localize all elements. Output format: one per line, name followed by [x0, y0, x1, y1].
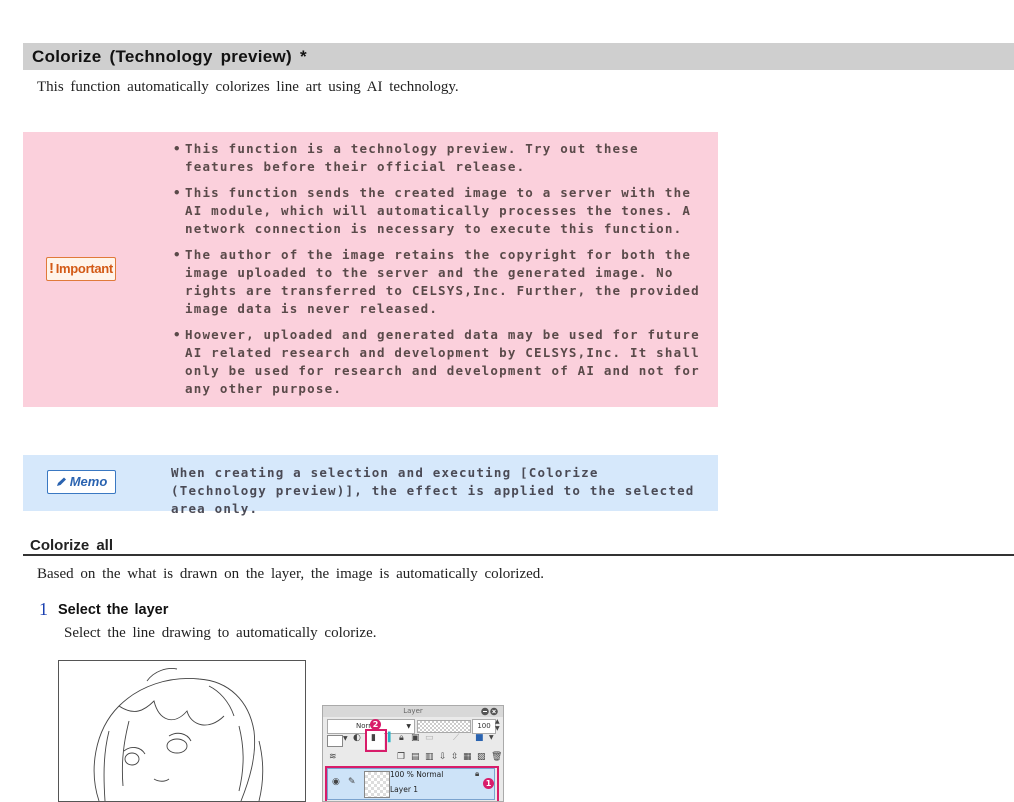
palette-window-controls-icon[interactable] — [480, 707, 500, 716]
new-folder-icon[interactable]: ▥ — [425, 752, 434, 762]
new-layer-icon[interactable]: ❐ — [397, 752, 405, 762]
pencil-icon — [56, 477, 66, 486]
layer-palette-title: Layer — [323, 706, 503, 717]
important-badge-label: Important — [55, 261, 114, 276]
apply-mask-icon[interactable]: ▨ — [477, 752, 486, 762]
memo-badge-label: Memo — [69, 474, 108, 489]
combine-icon[interactable]: ⇳ — [451, 752, 459, 762]
important-item: The author of the image retains the copy… — [173, 246, 703, 318]
important-box: !Important This function is a technology… — [23, 132, 718, 407]
chevron-down-icon[interactable]: ▼ — [343, 735, 348, 742]
color-swatch[interactable] — [327, 735, 343, 747]
spinner-icon[interactable]: ▲ ▼ — [495, 718, 500, 732]
page-title: Colorize (Technology preview) * — [23, 43, 1014, 70]
mask-create-icon[interactable]: ▦ — [463, 752, 472, 762]
memo-text: When creating a selection and executing … — [171, 465, 695, 516]
important-item: This function sends the created image to… — [173, 184, 703, 238]
exclamation-icon: ! — [49, 260, 54, 277]
callout-badge-1: 1 — [483, 778, 494, 789]
important-item: This function is a technology preview. T… — [173, 140, 703, 176]
step-title: Select the layer — [58, 602, 169, 618]
line-art-image — [58, 660, 306, 802]
layers-icon[interactable]: ≋ — [329, 752, 337, 762]
layer-color-icon[interactable]: ■ — [475, 733, 484, 743]
highlight-box — [365, 729, 387, 752]
important-item: However, uploaded and generated data may… — [173, 326, 703, 398]
layer-palette: Layer Norm ▼ 100 ▲ ▼ 2 ▼ ◐ ▮ ▍ 🔒︎ ▣ ▭ ⟋ ■… — [322, 705, 504, 802]
section-heading: Colorize all — [23, 537, 1014, 556]
section-description: Based on the what is drawn on the layer,… — [37, 566, 545, 582]
line-art-drawing — [93, 668, 264, 801]
chevron-down-icon[interactable]: ▼ — [489, 734, 494, 741]
ruler-icon[interactable]: ⟋ — [453, 733, 459, 743]
trash-icon[interactable]: 🗑︎ — [491, 752, 502, 762]
step-number: 1 — [39, 599, 48, 619]
important-list: This function is a technology preview. T… — [173, 140, 703, 406]
opacity-input[interactable]: 100 — [472, 719, 496, 734]
lock-transparent-icon[interactable]: ▣ — [411, 733, 420, 743]
clipping-icon[interactable]: ▍ — [388, 733, 395, 743]
lock-icon[interactable]: 🔒︎ — [399, 733, 404, 743]
mask-icon[interactable]: ▭ — [425, 733, 434, 743]
chevron-down-icon: ▼ — [406, 723, 411, 730]
important-badge: ! Important — [46, 257, 116, 281]
step-description: Select the line drawing to automatically… — [64, 625, 377, 641]
highlight-box — [325, 766, 499, 801]
intro-text: This function automatically colorizes li… — [37, 79, 459, 95]
opacity-slider[interactable] — [417, 720, 471, 733]
reference-icon[interactable]: ◐ — [353, 733, 361, 743]
transfer-icon[interactable]: ⇩ — [439, 752, 447, 762]
new-vector-layer-icon[interactable]: ▤ — [411, 752, 420, 762]
memo-badge: Memo — [47, 470, 116, 494]
memo-box: Memo When creating a selection and execu… — [23, 455, 718, 516]
